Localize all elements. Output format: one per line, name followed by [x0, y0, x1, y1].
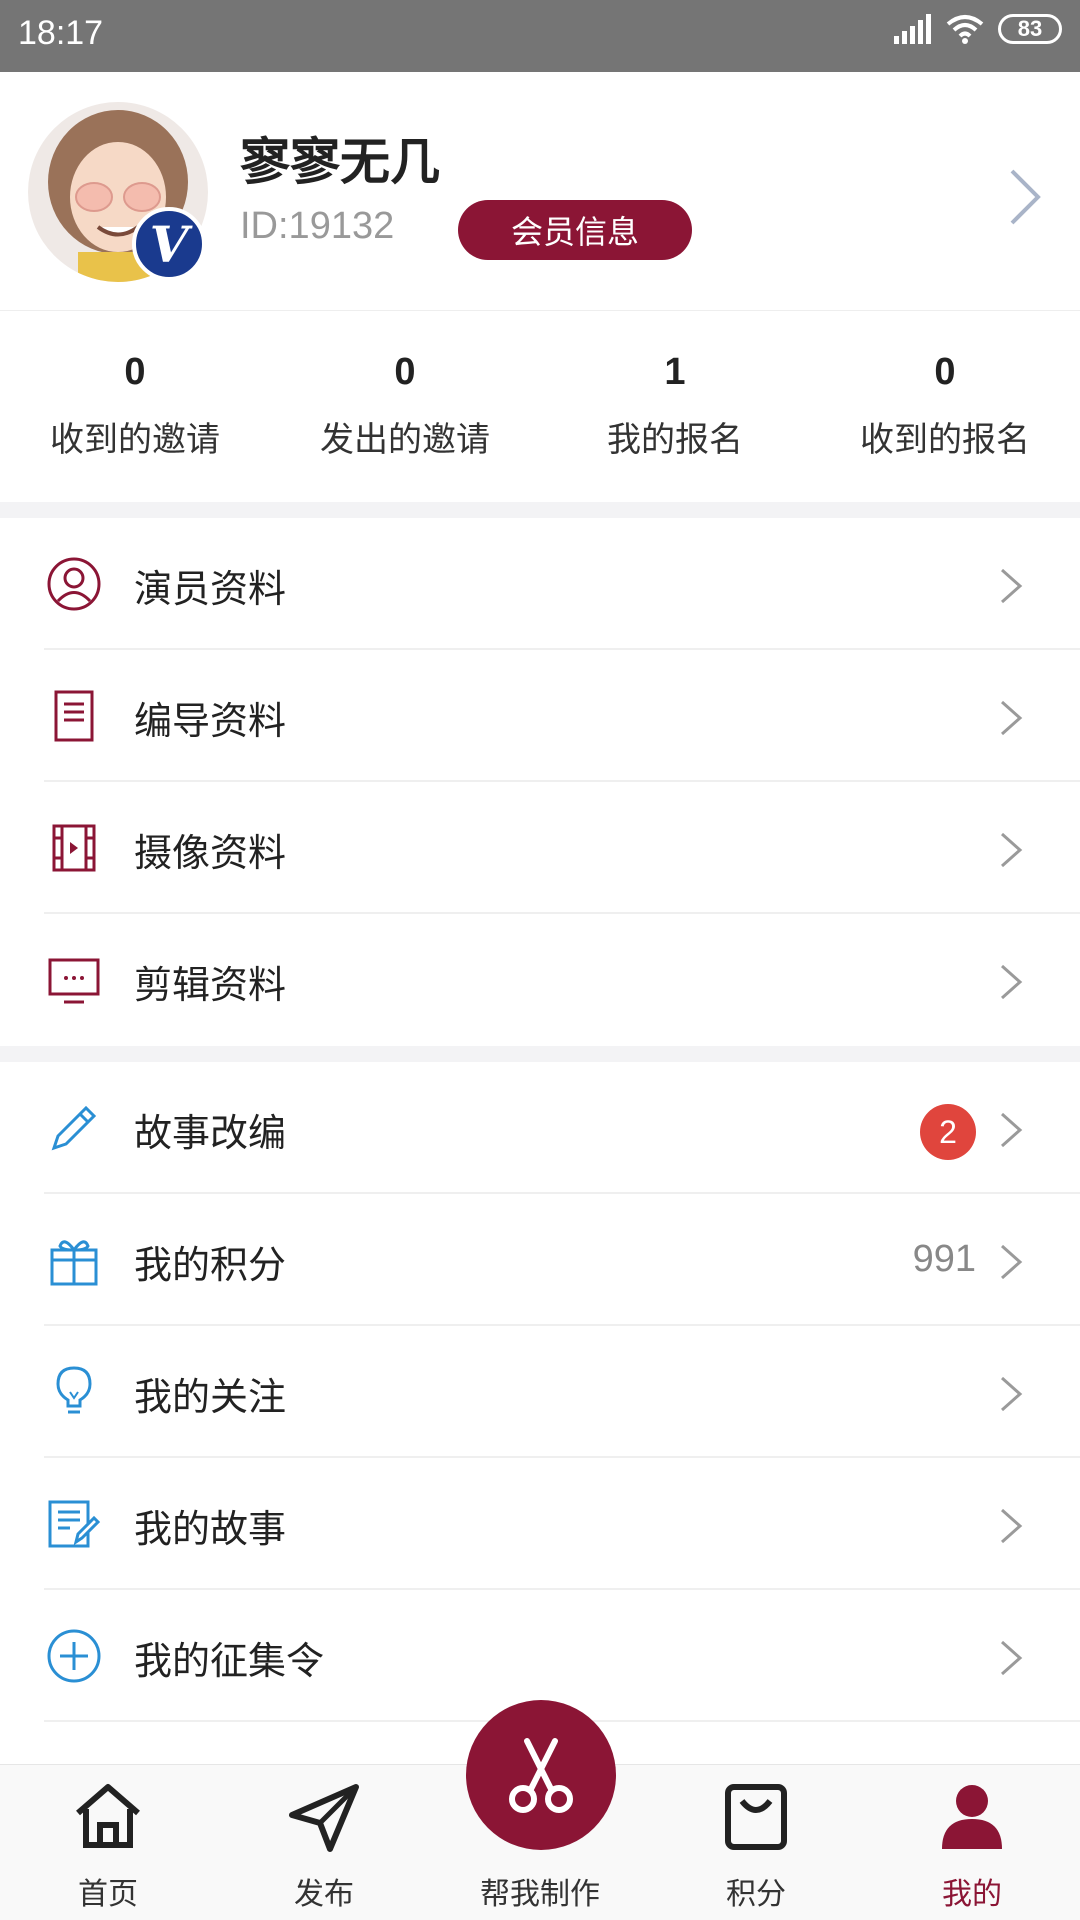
- lightbulb-icon: [56, 1366, 92, 1414]
- menu-label: 剪辑资料: [134, 963, 287, 1007]
- bag-icon: [725, 1784, 787, 1850]
- menu-item-story-adaptation[interactable]: 故事改编 2: [0, 1062, 1080, 1194]
- stat-my-signups[interactable]: 1 我的报名: [540, 311, 810, 502]
- menu-label: 演员资料: [134, 567, 287, 611]
- member-info-button[interactable]: 会员信息: [458, 200, 692, 260]
- status-bar: 18:17 83: [0, 0, 1080, 72]
- menu-label: 我的关注: [134, 1375, 287, 1419]
- battery-indicator: 83: [998, 14, 1062, 44]
- menu-item-camera-profile[interactable]: 摄像资料: [0, 782, 1080, 914]
- tab-label: 首页: [78, 1877, 138, 1912]
- stat-value: 0: [124, 351, 146, 393]
- scissors-icon: [509, 1738, 573, 1813]
- edit-note-icon: [48, 1500, 101, 1548]
- menu-item-my-follows[interactable]: 我的关注: [0, 1326, 1080, 1458]
- stat-received-signups[interactable]: 0 收到的报名: [810, 311, 1080, 502]
- tab-home[interactable]: 首页: [0, 1765, 216, 1920]
- menu-item-editor-profile[interactable]: 剪辑资料: [0, 914, 1080, 1046]
- chevron-right-icon: [1001, 1112, 1023, 1148]
- chevron-right-icon: [1001, 1376, 1023, 1412]
- stat-label: 发出的邀请: [320, 420, 490, 460]
- chevron-right-icon: [1001, 964, 1023, 1000]
- menu-item-director-profile[interactable]: 编导资料: [0, 650, 1080, 782]
- username: 寥寥无几: [240, 133, 440, 191]
- menu-label: 摄像资料: [134, 831, 287, 875]
- menu-item-my-stories[interactable]: 我的故事: [0, 1458, 1080, 1590]
- stat-label: 我的报名: [607, 420, 743, 460]
- chevron-right-icon: [1001, 1640, 1023, 1676]
- stat-value: 0: [394, 351, 416, 393]
- chevron-right-icon: [1001, 568, 1023, 604]
- home-icon: [76, 1784, 140, 1848]
- chevron-right-icon: [1001, 1244, 1023, 1280]
- notification-badge: 2: [920, 1104, 976, 1160]
- vip-badge-letter: V: [149, 214, 189, 274]
- profile-data-menu: 演员资料 编导资料 摄像资料 剪辑资料: [0, 518, 1080, 1046]
- tab-mine[interactable]: 我的: [864, 1765, 1080, 1920]
- tab-points[interactable]: 积分: [648, 1765, 864, 1920]
- pencil-icon: [51, 1105, 97, 1151]
- wifi-icon: [946, 15, 984, 44]
- help-me-make-button[interactable]: [466, 1700, 616, 1850]
- signal-icon: [894, 14, 931, 44]
- battery-level: 83: [1017, 16, 1043, 41]
- stat-received-invites[interactable]: 0 收到的邀请: [0, 311, 270, 502]
- stat-sent-invites[interactable]: 0 发出的邀请: [270, 311, 540, 502]
- menu-item-actor-profile[interactable]: 演员资料: [0, 518, 1080, 650]
- section-divider: [0, 502, 1080, 518]
- person-icon: [942, 1785, 1002, 1849]
- tab-label: 帮我制作: [480, 1877, 600, 1912]
- stat-value: 0: [934, 351, 956, 393]
- user-id: ID:19132: [240, 205, 395, 247]
- menu-label: 故事改编: [134, 1111, 287, 1155]
- stat-value: 1: [664, 351, 686, 393]
- tab-label: 发布: [294, 1877, 354, 1912]
- menu-label: 我的故事: [134, 1507, 287, 1551]
- menu-item-my-points[interactable]: 我的积分 991: [0, 1194, 1080, 1326]
- menu-label: 我的积分: [134, 1243, 287, 1287]
- film-icon: [52, 824, 96, 872]
- add-circle-icon: [47, 1629, 101, 1683]
- profile-header[interactable]: V 寥寥无几 ID:19132 会员信息: [0, 72, 1080, 310]
- stats-row: 0 收到的邀请 0 发出的邀请 1 我的报名 0 收到的报名: [0, 310, 1080, 502]
- menu-label: 我的征集令: [134, 1639, 325, 1683]
- points-value: 991: [912, 1238, 976, 1280]
- vip-badge: V: [132, 207, 206, 281]
- monitor-icon: [48, 958, 100, 1004]
- chevron-right-icon[interactable]: [1006, 167, 1046, 227]
- user-activity-menu: 故事改编 2 我的积分 991 我的关注 我的故事 我的征集令: [0, 1062, 1080, 1722]
- stat-label: 收到的报名: [860, 420, 1030, 460]
- stat-label: 收到的邀请: [50, 420, 220, 460]
- user-circle-icon: [47, 557, 101, 611]
- chevron-right-icon: [1001, 700, 1023, 736]
- status-time: 18:17: [18, 14, 104, 52]
- chevron-right-icon: [1001, 832, 1023, 868]
- status-icons: 83: [892, 14, 1062, 44]
- section-divider: [0, 1046, 1080, 1062]
- menu-label: 编导资料: [134, 699, 287, 743]
- document-icon: [54, 690, 94, 742]
- tab-publish[interactable]: 发布: [216, 1765, 432, 1920]
- gift-icon: [50, 1240, 98, 1286]
- tab-label: 我的: [942, 1877, 1002, 1912]
- send-icon: [289, 1784, 359, 1852]
- tab-label: 积分: [726, 1877, 786, 1912]
- chevron-right-icon: [1001, 1508, 1023, 1544]
